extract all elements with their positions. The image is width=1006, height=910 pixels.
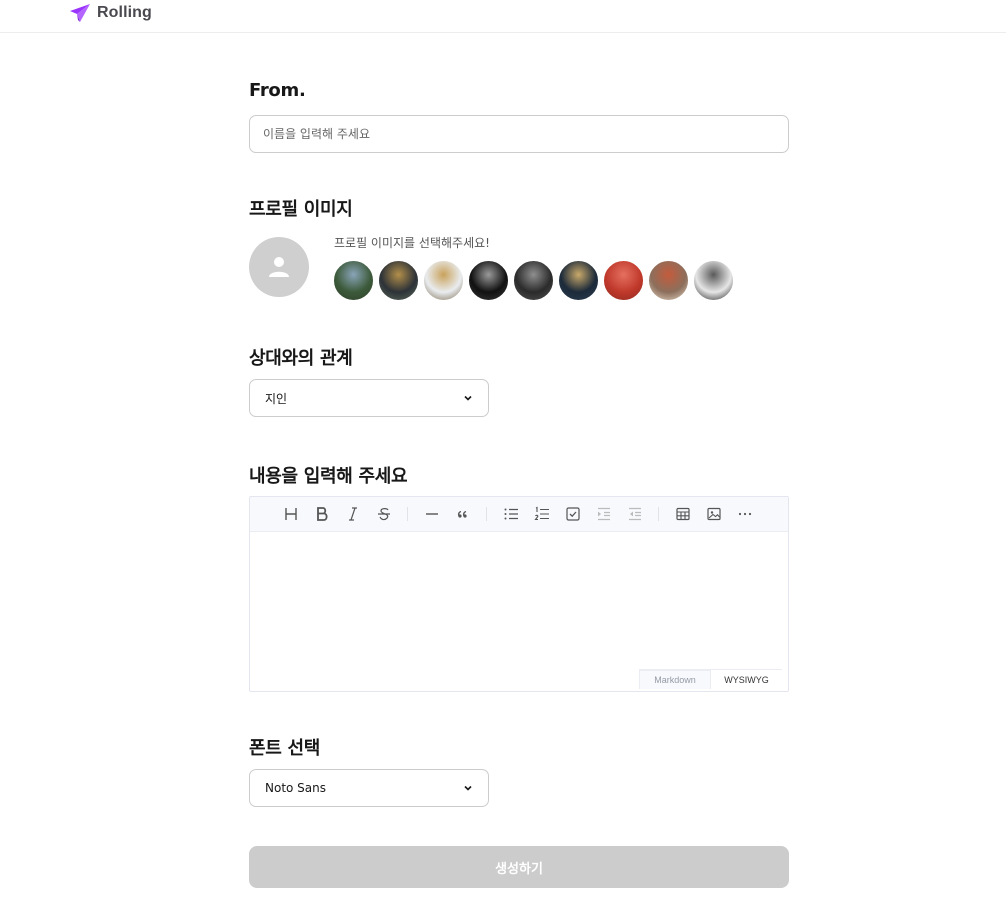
from-name-input[interactable]: [249, 115, 789, 153]
ordered-list-icon[interactable]: [526, 500, 557, 528]
paper-plane-icon: [70, 4, 90, 22]
italic-icon[interactable]: [337, 500, 368, 528]
profile-option-6[interactable]: [558, 260, 599, 301]
profile-options: [333, 260, 734, 301]
profile-option-9[interactable]: [693, 260, 734, 301]
font-dropdown[interactable]: Noto Sans: [249, 769, 489, 807]
person-icon: [269, 257, 289, 277]
brand-name: Rolling: [97, 4, 152, 21]
wysiwyg-mode-tab[interactable]: WYSIWYG: [711, 670, 782, 689]
font-selected-value: Noto Sans: [265, 781, 327, 795]
font-title: 폰트 선택: [249, 738, 321, 759]
editor-toolbar: [250, 497, 788, 532]
editor-content-area[interactable]: [250, 532, 788, 671]
rich-text-editor: Markdown WYSIWYG: [249, 496, 789, 692]
relationship-title: 상대와의 관계: [249, 348, 353, 369]
toolbar-divider: [407, 507, 408, 521]
profile-option-3[interactable]: [423, 260, 464, 301]
markdown-mode-tab[interactable]: Markdown: [639, 670, 711, 689]
profile-option-7[interactable]: [603, 260, 644, 301]
chevron-down-icon: [464, 395, 472, 401]
outdent-icon[interactable]: [619, 500, 650, 528]
bold-icon[interactable]: [306, 500, 337, 528]
horizontal-rule-icon[interactable]: [416, 500, 447, 528]
indent-icon[interactable]: [588, 500, 619, 528]
editor-mode-switch: Markdown WYSIWYG: [639, 669, 782, 689]
profile-option-5[interactable]: [513, 260, 554, 301]
chevron-down-icon: [464, 785, 472, 791]
bullet-list-icon[interactable]: [495, 500, 526, 528]
profile-option-2[interactable]: [378, 260, 419, 301]
profile-option-1[interactable]: [333, 260, 374, 301]
task-list-icon[interactable]: [557, 500, 588, 528]
logo-link[interactable]: Rolling: [69, 3, 152, 23]
profile-hint: 프로필 이미지를 선택해주세요!: [334, 236, 490, 250]
profile-title: 프로필 이미지: [249, 199, 353, 220]
from-title: From.: [249, 80, 306, 101]
top-navigation-bar: Rolling: [0, 0, 1006, 33]
more-options-icon[interactable]: [729, 500, 760, 528]
selected-avatar: [249, 237, 309, 297]
profile-option-4[interactable]: [468, 260, 509, 301]
content-title: 내용을 입력해 주세요: [249, 466, 408, 487]
relationship-dropdown[interactable]: 지인: [249, 379, 489, 417]
heading-icon[interactable]: [275, 500, 306, 528]
create-button[interactable]: 생성하기: [249, 846, 789, 888]
relationship-selected-value: 지인: [265, 391, 288, 406]
image-icon[interactable]: [698, 500, 729, 528]
strikethrough-icon[interactable]: [368, 500, 399, 528]
table-icon[interactable]: [667, 500, 698, 528]
quote-icon[interactable]: [447, 500, 478, 528]
profile-option-8[interactable]: [648, 260, 689, 301]
toolbar-divider: [658, 507, 659, 521]
toolbar-divider: [486, 507, 487, 521]
